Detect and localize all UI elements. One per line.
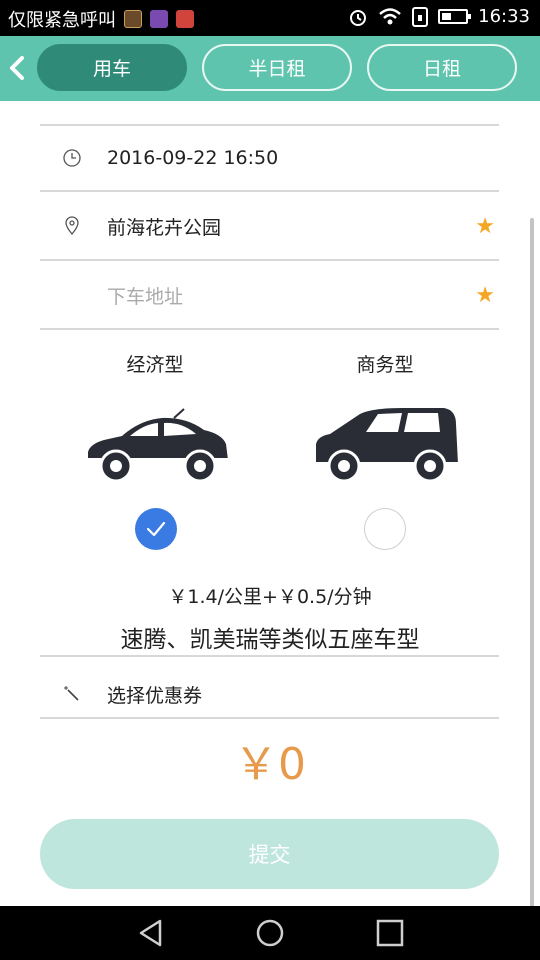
- status-right: 16:33: [348, 6, 530, 27]
- required-star-icon: ★: [475, 282, 495, 308]
- checkmark-icon: [146, 521, 166, 537]
- tab-half-day-rental[interactable]: 半日租: [202, 44, 352, 91]
- price-rate: ￥1.4/公里+￥0.5/分钟: [168, 586, 372, 608]
- economy-car-icon[interactable]: [82, 400, 230, 484]
- location-pin-icon: [65, 216, 79, 236]
- coupon-label: 选择优惠券: [107, 684, 203, 707]
- business-car-icon[interactable]: [312, 400, 460, 484]
- back-button[interactable]: [6, 50, 32, 86]
- submit-button[interactable]: 提交: [40, 819, 499, 889]
- chevron-left-icon: [10, 56, 24, 80]
- app-notification-icon: [124, 10, 142, 28]
- divider: [40, 190, 499, 192]
- datetime-value: 2016-09-22 16:50: [107, 147, 279, 169]
- status-left: 仅限紧急呼叫: [8, 6, 194, 32]
- navigation-bar: [0, 906, 540, 960]
- pickup-row[interactable]: 前海花卉公园 ★: [40, 193, 499, 259]
- sim-icon: [412, 6, 429, 27]
- car-models-description: 速腾、凯美瑞等类似五座车型: [120, 627, 420, 653]
- battery-icon: [438, 9, 472, 24]
- coupon-wand-icon: [64, 686, 79, 701]
- car-type-business-radio[interactable]: [364, 508, 406, 550]
- car-type-business-label: 商务型: [356, 354, 414, 376]
- required-star-icon: ★: [475, 213, 495, 239]
- scrollbar[interactable]: [530, 218, 534, 908]
- status-bar: 仅限紧急呼叫 16:33: [0, 0, 540, 36]
- datetime-row[interactable]: 2016-09-22 16:50: [40, 125, 499, 191]
- tab-day-rental[interactable]: 日租: [367, 44, 517, 91]
- carrier-text: 仅限紧急呼叫: [8, 10, 116, 31]
- gallery-notification-icon: [150, 10, 168, 28]
- pickup-address: 前海花卉公园: [107, 216, 222, 239]
- divider: [40, 717, 499, 719]
- clock-icon: [63, 149, 81, 167]
- divider: [40, 328, 499, 330]
- alarm-icon: [350, 9, 367, 26]
- total-price: ￥0: [234, 739, 306, 790]
- app-notification-icon: [176, 10, 194, 28]
- car-type-economy-label: 经济型: [126, 354, 184, 376]
- dropoff-address-placeholder: 下车地址: [107, 285, 184, 308]
- recents-square-icon[interactable]: [375, 918, 405, 948]
- tab-use-car[interactable]: 用车: [37, 44, 187, 91]
- divider: [40, 655, 499, 657]
- back-triangle-icon[interactable]: [136, 918, 166, 948]
- home-circle-icon[interactable]: [255, 918, 285, 948]
- battery-level: [442, 13, 451, 20]
- clock: 16:33: [478, 6, 530, 27]
- car-type-economy-radio[interactable]: [135, 508, 177, 550]
- divider: [40, 259, 499, 261]
- wifi-icon: [379, 7, 401, 24]
- header: 用车 半日租 日租: [0, 36, 540, 101]
- dropoff-row[interactable]: 下车地址 ★: [40, 262, 499, 328]
